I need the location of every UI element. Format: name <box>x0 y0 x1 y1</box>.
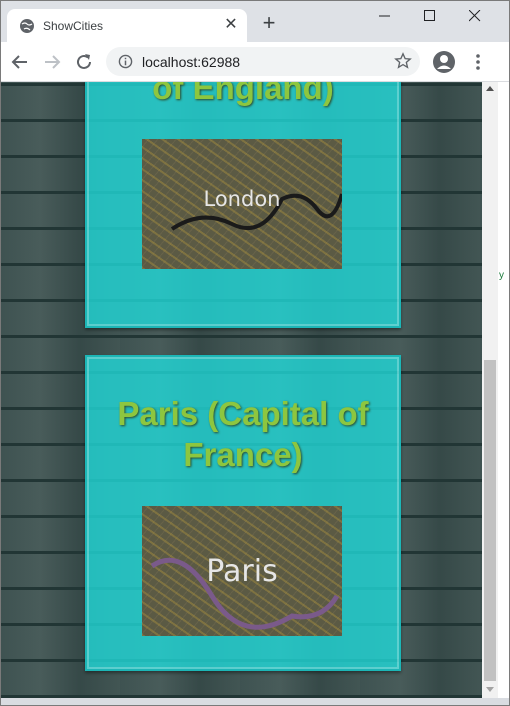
close-icon <box>469 10 481 22</box>
tab-strip: ShowCities ✕ + <box>0 0 510 42</box>
browser-toolbar: localhost:62988 <box>0 42 510 82</box>
tab-title: ShowCities <box>43 19 104 33</box>
menu-dots-icon[interactable] <box>470 52 486 72</box>
browser-window: ShowCities ✕ + localhost:62988 of Englan… <box>0 0 510 706</box>
close-tab-icon[interactable]: ✕ <box>222 16 240 34</box>
back-arrow-icon[interactable] <box>10 52 30 72</box>
forward-arrow-icon[interactable] <box>42 52 62 72</box>
scroll-down-arrow-icon[interactable] <box>486 687 494 692</box>
close-window-button[interactable] <box>453 4 497 28</box>
city-card-paris: Paris (Capital of France) Paris <box>85 355 401 671</box>
scroll-thumb[interactable] <box>484 360 496 681</box>
page-viewport: of England) London Paris (Capital of Fra… <box>0 82 482 698</box>
url-text[interactable]: localhost:62988 <box>142 54 240 70</box>
tab-showcities[interactable]: ShowCities ✕ <box>7 9 247 42</box>
london-map-image: London <box>142 139 342 269</box>
background-text-fragment: y <box>499 270 504 281</box>
paris-map-image: Paris <box>142 506 342 636</box>
star-icon[interactable] <box>394 52 412 70</box>
maximize-icon <box>424 10 435 21</box>
background-window-edge: y <box>498 82 510 698</box>
reload-icon[interactable] <box>74 52 94 72</box>
scroll-up-arrow-icon[interactable] <box>486 86 494 91</box>
address-bar[interactable]: localhost:62988 <box>106 47 420 76</box>
new-tab-button[interactable]: + <box>258 12 280 35</box>
profile-icon[interactable] <box>432 50 456 74</box>
vertical-scrollbar[interactable] <box>482 82 498 698</box>
card-title-paris: Paris (Capital of France) <box>117 395 369 473</box>
info-icon[interactable] <box>118 54 133 69</box>
card-title-london: of England) <box>152 82 334 106</box>
map-label-paris: Paris <box>206 554 278 589</box>
minimize-icon <box>379 15 390 17</box>
map-label-london: London <box>203 187 281 211</box>
minimize-button[interactable] <box>363 4 407 28</box>
globe-icon <box>20 19 34 33</box>
maximize-button[interactable] <box>408 4 452 28</box>
city-card-london: of England) London <box>85 82 401 328</box>
